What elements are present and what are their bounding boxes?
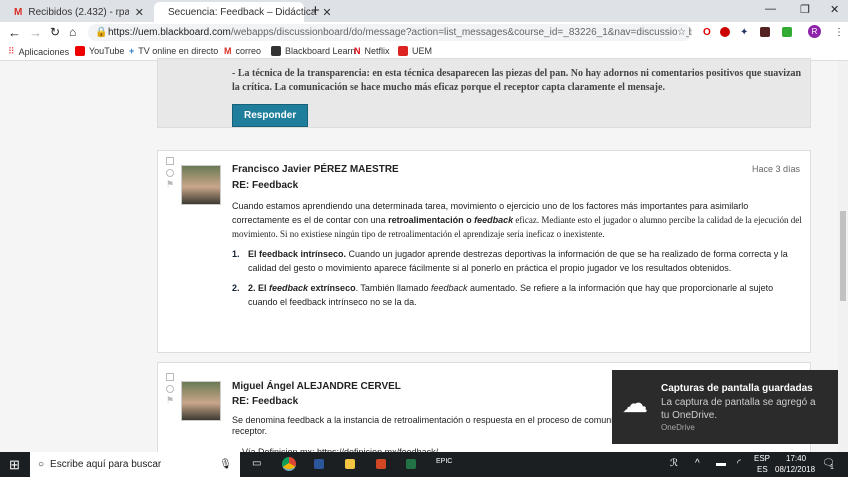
search-icon: ○ bbox=[38, 459, 45, 470]
powerpoint-icon[interactable] bbox=[376, 459, 386, 469]
star-icon[interactable]: ☆ bbox=[677, 27, 686, 38]
notification-count: 1 bbox=[830, 464, 834, 471]
flag-icon[interactable]: ⚑ bbox=[166, 395, 174, 406]
task-view-icon[interactable]: ▭ bbox=[252, 458, 261, 469]
extension-icon[interactable]: ✦ bbox=[740, 27, 748, 38]
avatar bbox=[181, 381, 221, 421]
youtube-icon bbox=[75, 46, 85, 56]
post-body: - La técnica de la transparencia: en est… bbox=[232, 68, 802, 93]
network-icon[interactable]: ▬ bbox=[716, 458, 726, 469]
extension-icon[interactable] bbox=[782, 27, 792, 37]
maximize-button[interactable]: ❐ bbox=[800, 3, 810, 16]
close-tab-icon[interactable]: ✕ bbox=[322, 6, 331, 19]
lock-icon: 🔒 bbox=[95, 27, 108, 38]
tab-blackboard[interactable]: Secuencia: Feedback – Didáctica ✕ bbox=[154, 2, 332, 22]
bookmark-blackboard[interactable]: Blackboard Learn bbox=[271, 46, 356, 56]
post-author[interactable]: Miguel Ángel ALEJANDRE CERVEL bbox=[232, 381, 401, 392]
bookmark-netflix[interactable]: N Netflix bbox=[354, 46, 390, 56]
reload-icon[interactable]: ↻ bbox=[50, 25, 60, 39]
menu-icon[interactable]: ⋮ bbox=[834, 27, 844, 38]
taskbar: ⊞ ○ Escribe aquí para buscar 🎙 ▭ EPIC ℛ ^… bbox=[0, 452, 848, 477]
new-tab-button[interactable]: + bbox=[311, 2, 320, 19]
language-indicator[interactable]: ESP bbox=[754, 454, 770, 463]
adblock-icon[interactable] bbox=[720, 27, 730, 37]
netflix-icon: N bbox=[354, 46, 361, 56]
reply-button[interactable]: Responder bbox=[232, 104, 309, 127]
bookmark-uem[interactable]: UEM bbox=[398, 46, 432, 56]
post-card: - La técnica de la transparencia: en est… bbox=[157, 58, 811, 128]
apps-icon: ⠿ bbox=[8, 46, 15, 56]
post-paragraph: Cuando estamos aprendiendo una determina… bbox=[232, 201, 802, 239]
post-subject: RE: Feedback bbox=[232, 180, 299, 191]
plus-icon: + bbox=[129, 46, 135, 56]
chrome-icon[interactable] bbox=[282, 457, 296, 471]
uem-icon bbox=[398, 46, 408, 56]
keyboard-indicator[interactable]: ES bbox=[757, 465, 768, 474]
tab-gmail[interactable]: M Recibidos (2.432) - rpanizoa@gm ✕ bbox=[6, 2, 152, 22]
clock-time[interactable]: 17:40 bbox=[786, 454, 806, 463]
back-icon[interactable]: ← bbox=[8, 25, 21, 40]
taskbar-search[interactable]: ○ Escribe aquí para buscar 🎙 bbox=[30, 452, 240, 477]
windows-start-icon[interactable]: ⊞ bbox=[9, 457, 20, 473]
select-checkbox[interactable] bbox=[166, 157, 174, 165]
url-input[interactable]: 🔒 https://uem.blackboard.com/webapps/dis… bbox=[88, 24, 692, 41]
post-author[interactable]: Francisco Javier PÉREZ MAESTRE bbox=[232, 164, 399, 175]
unread-toggle[interactable] bbox=[166, 169, 174, 177]
list-item: 2. 2. El feedback extrínseco. También lla… bbox=[232, 283, 774, 307]
address-bar-row: ← → ↻ ⌂ 🔒 https://uem.blackboard.com/web… bbox=[0, 22, 848, 42]
epic-games-icon[interactable]: EPIC bbox=[436, 458, 452, 465]
bookmark-apps[interactable]: ⠿ Aplicaciones bbox=[8, 46, 69, 57]
people-icon[interactable]: ℛ bbox=[670, 458, 678, 469]
cloud-icon: ☁ bbox=[622, 388, 648, 418]
clock-date[interactable]: 08/12/2018 bbox=[775, 465, 815, 474]
blackboard-icon bbox=[271, 46, 281, 56]
chevron-up-icon[interactable]: ^ bbox=[695, 458, 700, 469]
file-explorer-icon[interactable] bbox=[345, 459, 355, 469]
list-item: 1. El feedback intrínseco. Cuando un juga… bbox=[232, 249, 788, 273]
opera-icon[interactable]: O bbox=[703, 27, 711, 38]
unread-toggle[interactable] bbox=[166, 385, 174, 393]
close-window-button[interactable]: ✕ bbox=[830, 3, 839, 16]
avatar bbox=[181, 165, 221, 205]
onedrive-notification[interactable]: ☁ Capturas de pantalla guardadas La capt… bbox=[612, 370, 838, 444]
toast-text: La captura de pantalla se agregó a tu On… bbox=[661, 397, 816, 421]
tab-bar: M Recibidos (2.432) - rpanizoa@gm ✕ Secu… bbox=[0, 0, 848, 22]
post-time: Hace 3 días bbox=[751, 164, 800, 174]
close-tab-icon[interactable]: ✕ bbox=[135, 6, 144, 19]
wifi-icon[interactable]: ◜ bbox=[737, 458, 741, 469]
post-card: ⚑ Francisco Javier PÉREZ MAESTRE RE: Fee… bbox=[157, 150, 811, 353]
microphone-icon: 🎙 bbox=[219, 459, 232, 470]
scrollbar[interactable] bbox=[838, 61, 848, 452]
bookmark-tv[interactable]: + TV online en directo bbox=[129, 46, 218, 56]
excel-icon[interactable] bbox=[406, 459, 416, 469]
forward-icon[interactable]: → bbox=[29, 25, 42, 40]
toast-source: OneDrive bbox=[661, 423, 695, 432]
flag-icon[interactable]: ⚑ bbox=[166, 179, 174, 190]
gmail-icon: M bbox=[224, 46, 232, 56]
bookmark-correo[interactable]: Mcorreo bbox=[224, 46, 261, 56]
home-icon[interactable]: ⌂ bbox=[69, 25, 76, 39]
bookmark-youtube[interactable]: YouTube bbox=[75, 46, 124, 56]
post-subject: RE: Feedback bbox=[232, 396, 299, 407]
extension-icon[interactable] bbox=[760, 27, 770, 37]
minimize-button[interactable]: — bbox=[765, 3, 776, 15]
toast-title: Capturas de pantalla guardadas bbox=[661, 383, 813, 394]
gmail-icon: M bbox=[14, 6, 23, 18]
select-checkbox[interactable] bbox=[166, 373, 174, 381]
word-icon[interactable] bbox=[314, 459, 324, 469]
profile-avatar[interactable]: R bbox=[808, 25, 821, 38]
